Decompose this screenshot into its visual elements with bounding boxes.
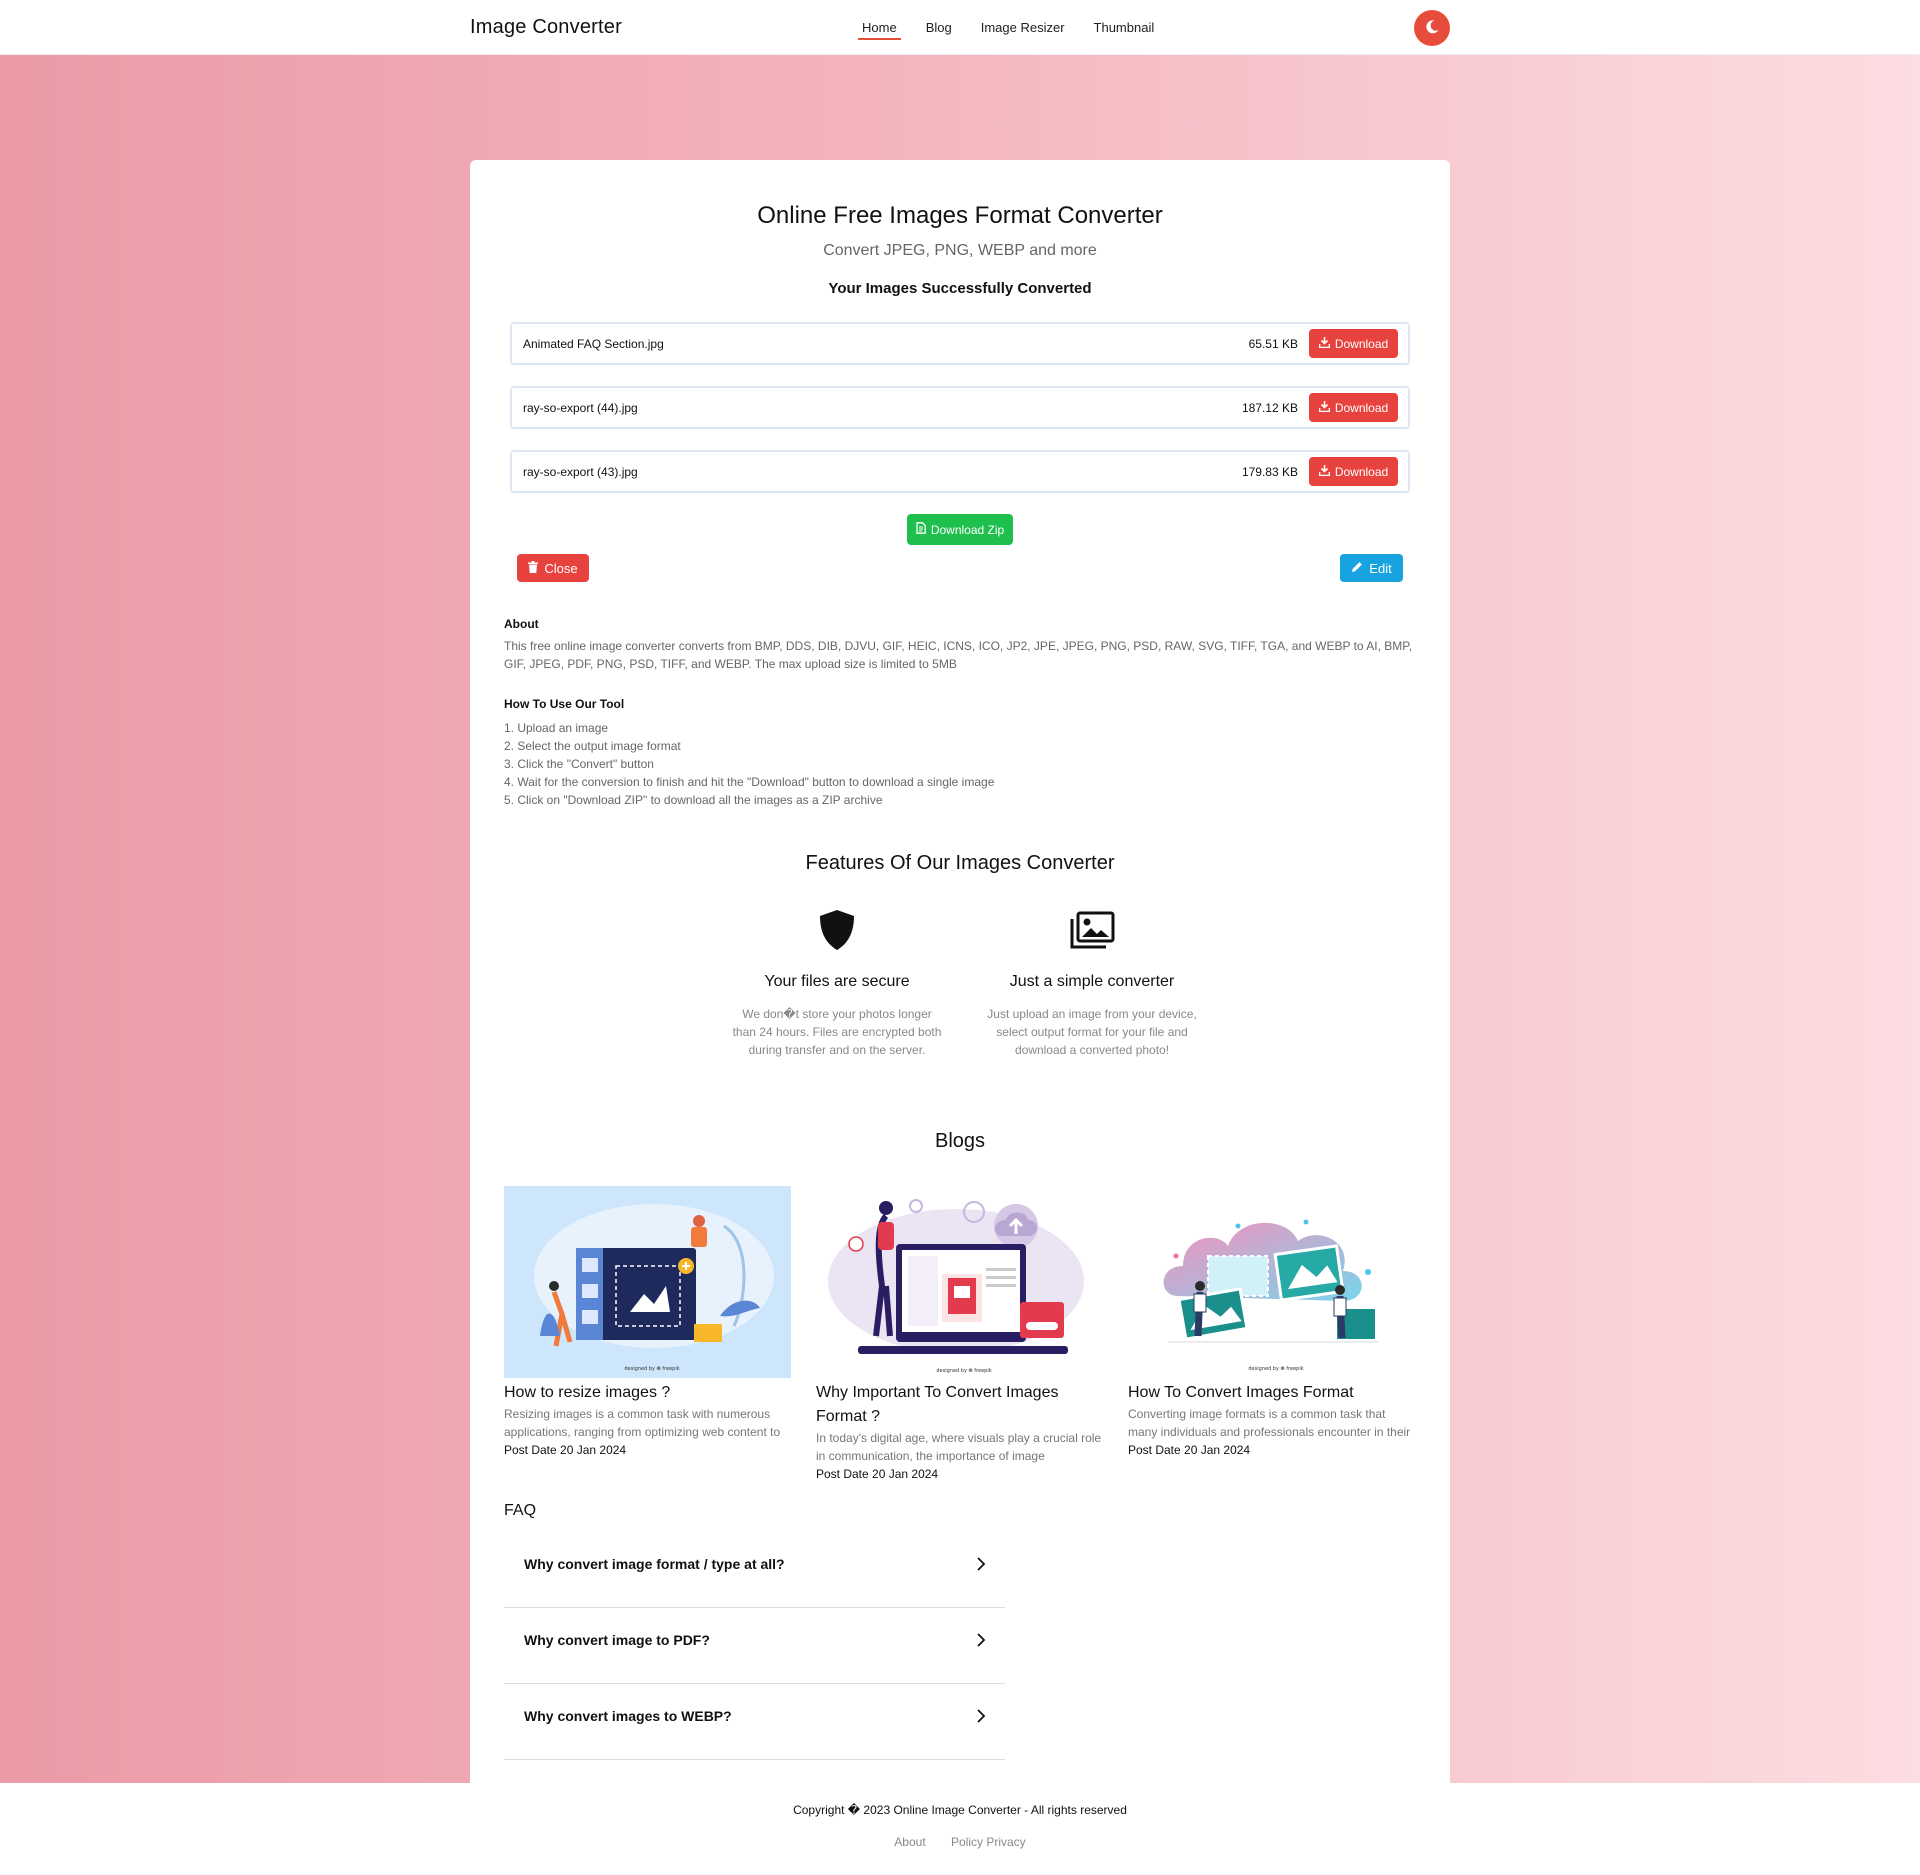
page-title: Online Free Images Format Converter <box>757 202 1163 229</box>
chevron-right-icon <box>973 1632 989 1648</box>
file-name: Animated FAQ Section.jpg <box>523 337 664 351</box>
blog-date: Post Date 20 Jan 2024 <box>1128 1443 1251 1457</box>
trash-icon <box>528 560 539 576</box>
theme-toggle-button[interactable] <box>1414 10 1450 46</box>
blog-card[interactable]: designed by ❁ freepik How to resize imag… <box>504 1186 791 1459</box>
download-icon <box>1318 464 1331 479</box>
faq-item[interactable]: Why convert image to PDF? <box>504 1608 1005 1684</box>
blog-thumbnail: designed by ❁ freepik <box>504 1186 791 1378</box>
page-background: Online Free Images Format Converter Conv… <box>0 55 1920 1827</box>
download-label: Download <box>1334 464 1389 479</box>
copyright-text: Copyright � 2023 Online Image Converter … <box>793 1803 1127 1817</box>
feature-title: Just a simple converter <box>1009 973 1175 990</box>
file-row: Animated FAQ Section.jpg 65.51 KB Downlo… <box>510 322 1410 365</box>
blog-date: Post Date 20 Jan 2024 <box>816 1467 939 1481</box>
site-header: Image Converter Home Blog Image Resizer … <box>0 0 1920 55</box>
list-item: 3. Click the "Convert" button <box>504 757 654 771</box>
faq-item[interactable]: Why convert images to WEBP? <box>504 1684 1005 1760</box>
blog-date: Post Date 20 Jan 2024 <box>504 1443 627 1457</box>
main-nav: Home Blog Image Resizer Thumbnail <box>858 20 1183 40</box>
faq-question: Why convert image to PDF? <box>524 1632 710 1648</box>
images-icon <box>977 907 1207 953</box>
nav-image-resizer[interactable]: Image Resizer <box>981 20 1065 39</box>
download-zip-label: Download Zip <box>930 522 1005 537</box>
file-name: ray-so-export (44).jpg <box>523 401 638 415</box>
blog-thumbnail: designed by ❁ freepik <box>1128 1186 1415 1378</box>
download-button[interactable]: Download <box>1309 393 1398 422</box>
edit-button[interactable]: Edit <box>1340 554 1403 582</box>
list-item: 4. Wait for the conversion to finish and… <box>504 775 995 789</box>
download-icon <box>1318 336 1331 351</box>
blog-card[interactable]: designed by ❁ freepik How To Convert Ima… <box>1128 1186 1415 1459</box>
blog-title[interactable]: Why Important To Convert Images Format ? <box>816 1381 1103 1429</box>
close-button[interactable]: Close <box>517 554 589 582</box>
chevron-right-icon <box>973 1708 989 1724</box>
freepik-credit: designed by ❁ freepik <box>1248 1366 1303 1372</box>
file-row: ray-so-export (43).jpg 179.83 KB Downloa… <box>510 450 1410 493</box>
success-message: Your Images Successfully Converted <box>828 280 1092 297</box>
list-item: 2. Select the output image format <box>504 739 681 753</box>
feature-item: Just a simple converter Just upload an i… <box>977 907 1207 1059</box>
list-item: 5. Click on "Download ZIP" to download a… <box>504 793 883 807</box>
download-button[interactable]: Download <box>1309 329 1398 358</box>
download-label: Download <box>1334 336 1389 351</box>
faq-heading: FAQ <box>504 1502 537 1519</box>
file-name: ray-so-export (43).jpg <box>523 465 638 479</box>
file-size: 65.51 KB <box>1248 337 1298 351</box>
features-heading: Features Of Our Images Converter <box>805 852 1115 874</box>
file-size: 179.83 KB <box>1241 465 1298 479</box>
nav-blog[interactable]: Blog <box>926 20 952 39</box>
feature-item: Your files are secure We don�t store you… <box>722 907 952 1059</box>
download-button[interactable]: Download <box>1309 457 1398 486</box>
list-item: 1. Upload an image <box>504 721 609 735</box>
blog-excerpt: Converting image formats is a common tas… <box>1128 1407 1411 1439</box>
moon-icon <box>1424 19 1440 38</box>
download-zip-button[interactable]: Download Zip <box>907 514 1013 545</box>
blogs-heading: Blogs <box>934 1130 986 1152</box>
blog-title[interactable]: How To Convert Images Format <box>1128 1381 1415 1405</box>
faq-question: Why convert images to WEBP? <box>524 1708 732 1724</box>
chevron-right-icon <box>973 1556 989 1572</box>
file-zip-icon <box>916 522 926 537</box>
blog-excerpt: In today's digital age, where visuals pl… <box>816 1431 1102 1463</box>
file-row: ray-so-export (44).jpg 187.12 KB Downloa… <box>510 386 1410 429</box>
site-footer: Copyright � 2023 Online Image Converter … <box>0 1783 1920 1875</box>
about-text: This free online image converter convert… <box>504 639 1413 671</box>
converter-card: Online Free Images Format Converter Conv… <box>470 160 1450 1827</box>
footer-link-policy-privacy[interactable]: Policy Privacy <box>951 1835 1026 1849</box>
brand-logo[interactable]: Image Converter <box>470 16 622 39</box>
nav-home[interactable]: Home <box>858 20 901 40</box>
about-heading: About <box>504 617 539 631</box>
freepik-credit: designed by ❁ freepik <box>936 1368 991 1374</box>
blog-thumbnail: designed by ❁ freepik <box>816 1186 1103 1378</box>
blog-title[interactable]: How to resize images ? <box>504 1381 791 1405</box>
blog-excerpt: Resizing images is a common task with nu… <box>504 1407 781 1439</box>
howto-steps: 1. Upload an image 2. Select the output … <box>504 719 994 809</box>
file-size: 187.12 KB <box>1241 401 1298 415</box>
feature-title: Your files are secure <box>764 973 910 990</box>
nav-thumbnail[interactable]: Thumbnail <box>1094 20 1155 39</box>
blog-card[interactable]: designed by ❁ freepik Why Important To C… <box>816 1186 1103 1483</box>
close-label: Close <box>544 560 578 576</box>
download-icon <box>1318 400 1331 415</box>
edit-label: Edit <box>1369 560 1392 576</box>
download-label: Download <box>1334 400 1389 415</box>
howto-heading: How To Use Our Tool <box>504 697 625 711</box>
faq-question: Why convert image format / type at all? <box>524 1556 785 1572</box>
page-subtitle: Convert JPEG, PNG, WEBP and more <box>823 242 1097 259</box>
faq-item[interactable]: Why convert image format / type at all? <box>504 1532 1005 1608</box>
pencil-icon <box>1351 561 1363 576</box>
freepik-credit: designed by ❁ freepik <box>624 1366 679 1372</box>
footer-links: About Policy Privacy <box>0 1835 1920 1849</box>
feature-description: We don�t store your photos longer than 2… <box>732 1007 942 1057</box>
shield-icon <box>722 907 952 953</box>
feature-description: Just upload an image from your device, s… <box>987 1007 1197 1057</box>
footer-link-about[interactable]: About <box>894 1835 925 1849</box>
